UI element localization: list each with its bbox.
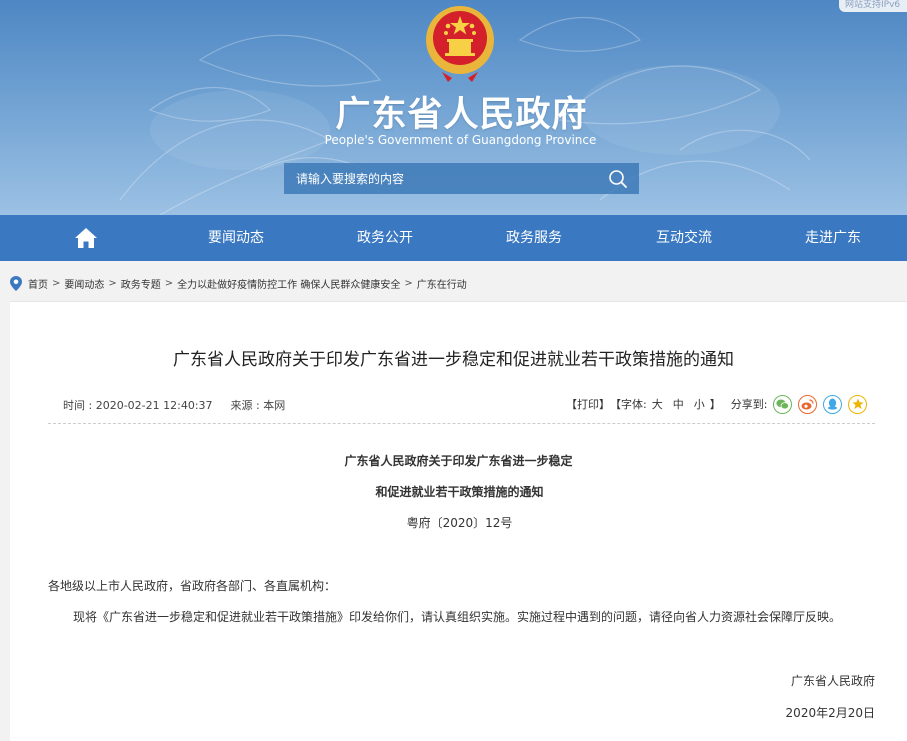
breadcrumb-guangdong-action[interactable]: 广东在行动 bbox=[417, 276, 467, 291]
print-button[interactable]: 【打印】 bbox=[566, 396, 610, 412]
article-tools: 【打印】 【字体: 大 中 小 】 分享到: bbox=[566, 393, 868, 415]
nav-item-about-guangdong[interactable]: 走进广东 bbox=[773, 215, 893, 261]
article-source: 来源 : 本网 bbox=[230, 399, 286, 412]
nav-item-services[interactable]: 政务服务 bbox=[474, 215, 594, 261]
breadcrumb: 首页 > 要闻动态 > 政务专题 > 全力以赴做好疫情防控工作 确保人民群众健康… bbox=[10, 275, 467, 291]
breadcrumb-separator: > bbox=[52, 277, 61, 289]
nav-item-government-affairs[interactable]: 政务公开 bbox=[325, 215, 445, 261]
share-label: 分享到: bbox=[730, 398, 768, 411]
main-nav: 要闻动态 政务公开 政务服务 互动交流 走进广东 bbox=[0, 215, 907, 261]
document-title-line-1: 广东省人民政府关于印发广东省进一步稳定 bbox=[344, 454, 573, 468]
wechat-share-icon[interactable] bbox=[773, 394, 793, 414]
search-button[interactable] bbox=[597, 163, 639, 194]
search-box bbox=[284, 163, 639, 194]
search-input[interactable] bbox=[284, 163, 597, 194]
document-number: 粤府〔2020〕12号 bbox=[406, 516, 513, 530]
breadcrumb-news[interactable]: 要闻动态 bbox=[64, 276, 104, 291]
ipv6-badge: 网站支持IPv6 bbox=[839, 0, 907, 12]
salutation: 各地级以上市人民政府，省政府各部门、各直属机构： bbox=[48, 579, 337, 593]
body-paragraph: 现将《广东省进一步稳定和促进就业若干政策措施》印发给你们，请认真组织实施。实施过… bbox=[73, 610, 842, 624]
signature: 广东省人民政府 bbox=[790, 674, 875, 688]
national-emblem-icon bbox=[426, 6, 494, 82]
article-time: 时间 : 2020-02-21 12:40:37 bbox=[63, 399, 213, 412]
breadcrumb-topics[interactable]: 政务专题 bbox=[121, 276, 161, 291]
article-title: 广东省人民政府关于印发广东省进一步稳定和促进就业若干政策措施的通知 bbox=[173, 350, 734, 370]
signature-date: 2020年2月20日 bbox=[785, 706, 875, 720]
nav-item-news[interactable]: 要闻动态 bbox=[176, 215, 296, 261]
document-title-line-2: 和促进就业若干政策措施的通知 bbox=[375, 485, 544, 499]
breadcrumb-home[interactable]: 首页 bbox=[28, 276, 48, 291]
font-medium-button[interactable]: 中 bbox=[673, 396, 684, 412]
site-subtitle: People's Government of Guangdong Provinc… bbox=[324, 133, 597, 147]
qq-share-icon[interactable] bbox=[823, 394, 843, 414]
breadcrumb-separator: > bbox=[108, 277, 117, 289]
meta-divider bbox=[48, 423, 875, 424]
article-meta: 时间 : 2020-02-21 12:40:37 来源 : 本网 bbox=[63, 397, 285, 413]
font-size-bracket: 】 bbox=[709, 398, 721, 411]
breadcrumb-separator: > bbox=[404, 277, 413, 289]
font-large-button[interactable]: 大 bbox=[652, 396, 663, 412]
search-icon bbox=[609, 169, 627, 188]
location-pin-icon bbox=[10, 275, 22, 291]
font-size-label: 【字体: bbox=[610, 398, 647, 411]
qzone-share-icon[interactable] bbox=[848, 394, 868, 414]
breadcrumb-epidemic-topic[interactable]: 全力以赴做好疫情防控工作 确保人民群众健康安全 bbox=[177, 276, 400, 291]
weibo-share-icon[interactable] bbox=[798, 394, 818, 414]
breadcrumb-separator: > bbox=[164, 277, 174, 289]
font-small-button[interactable]: 小 bbox=[694, 396, 705, 412]
nav-item-interaction[interactable]: 互动交流 bbox=[624, 215, 744, 261]
site-title: 广东省人民政府 bbox=[335, 95, 588, 135]
site-header: 网站支持IPv6 广东省人民政府 People's Government of … bbox=[0, 0, 907, 215]
home-icon[interactable] bbox=[74, 227, 98, 249]
